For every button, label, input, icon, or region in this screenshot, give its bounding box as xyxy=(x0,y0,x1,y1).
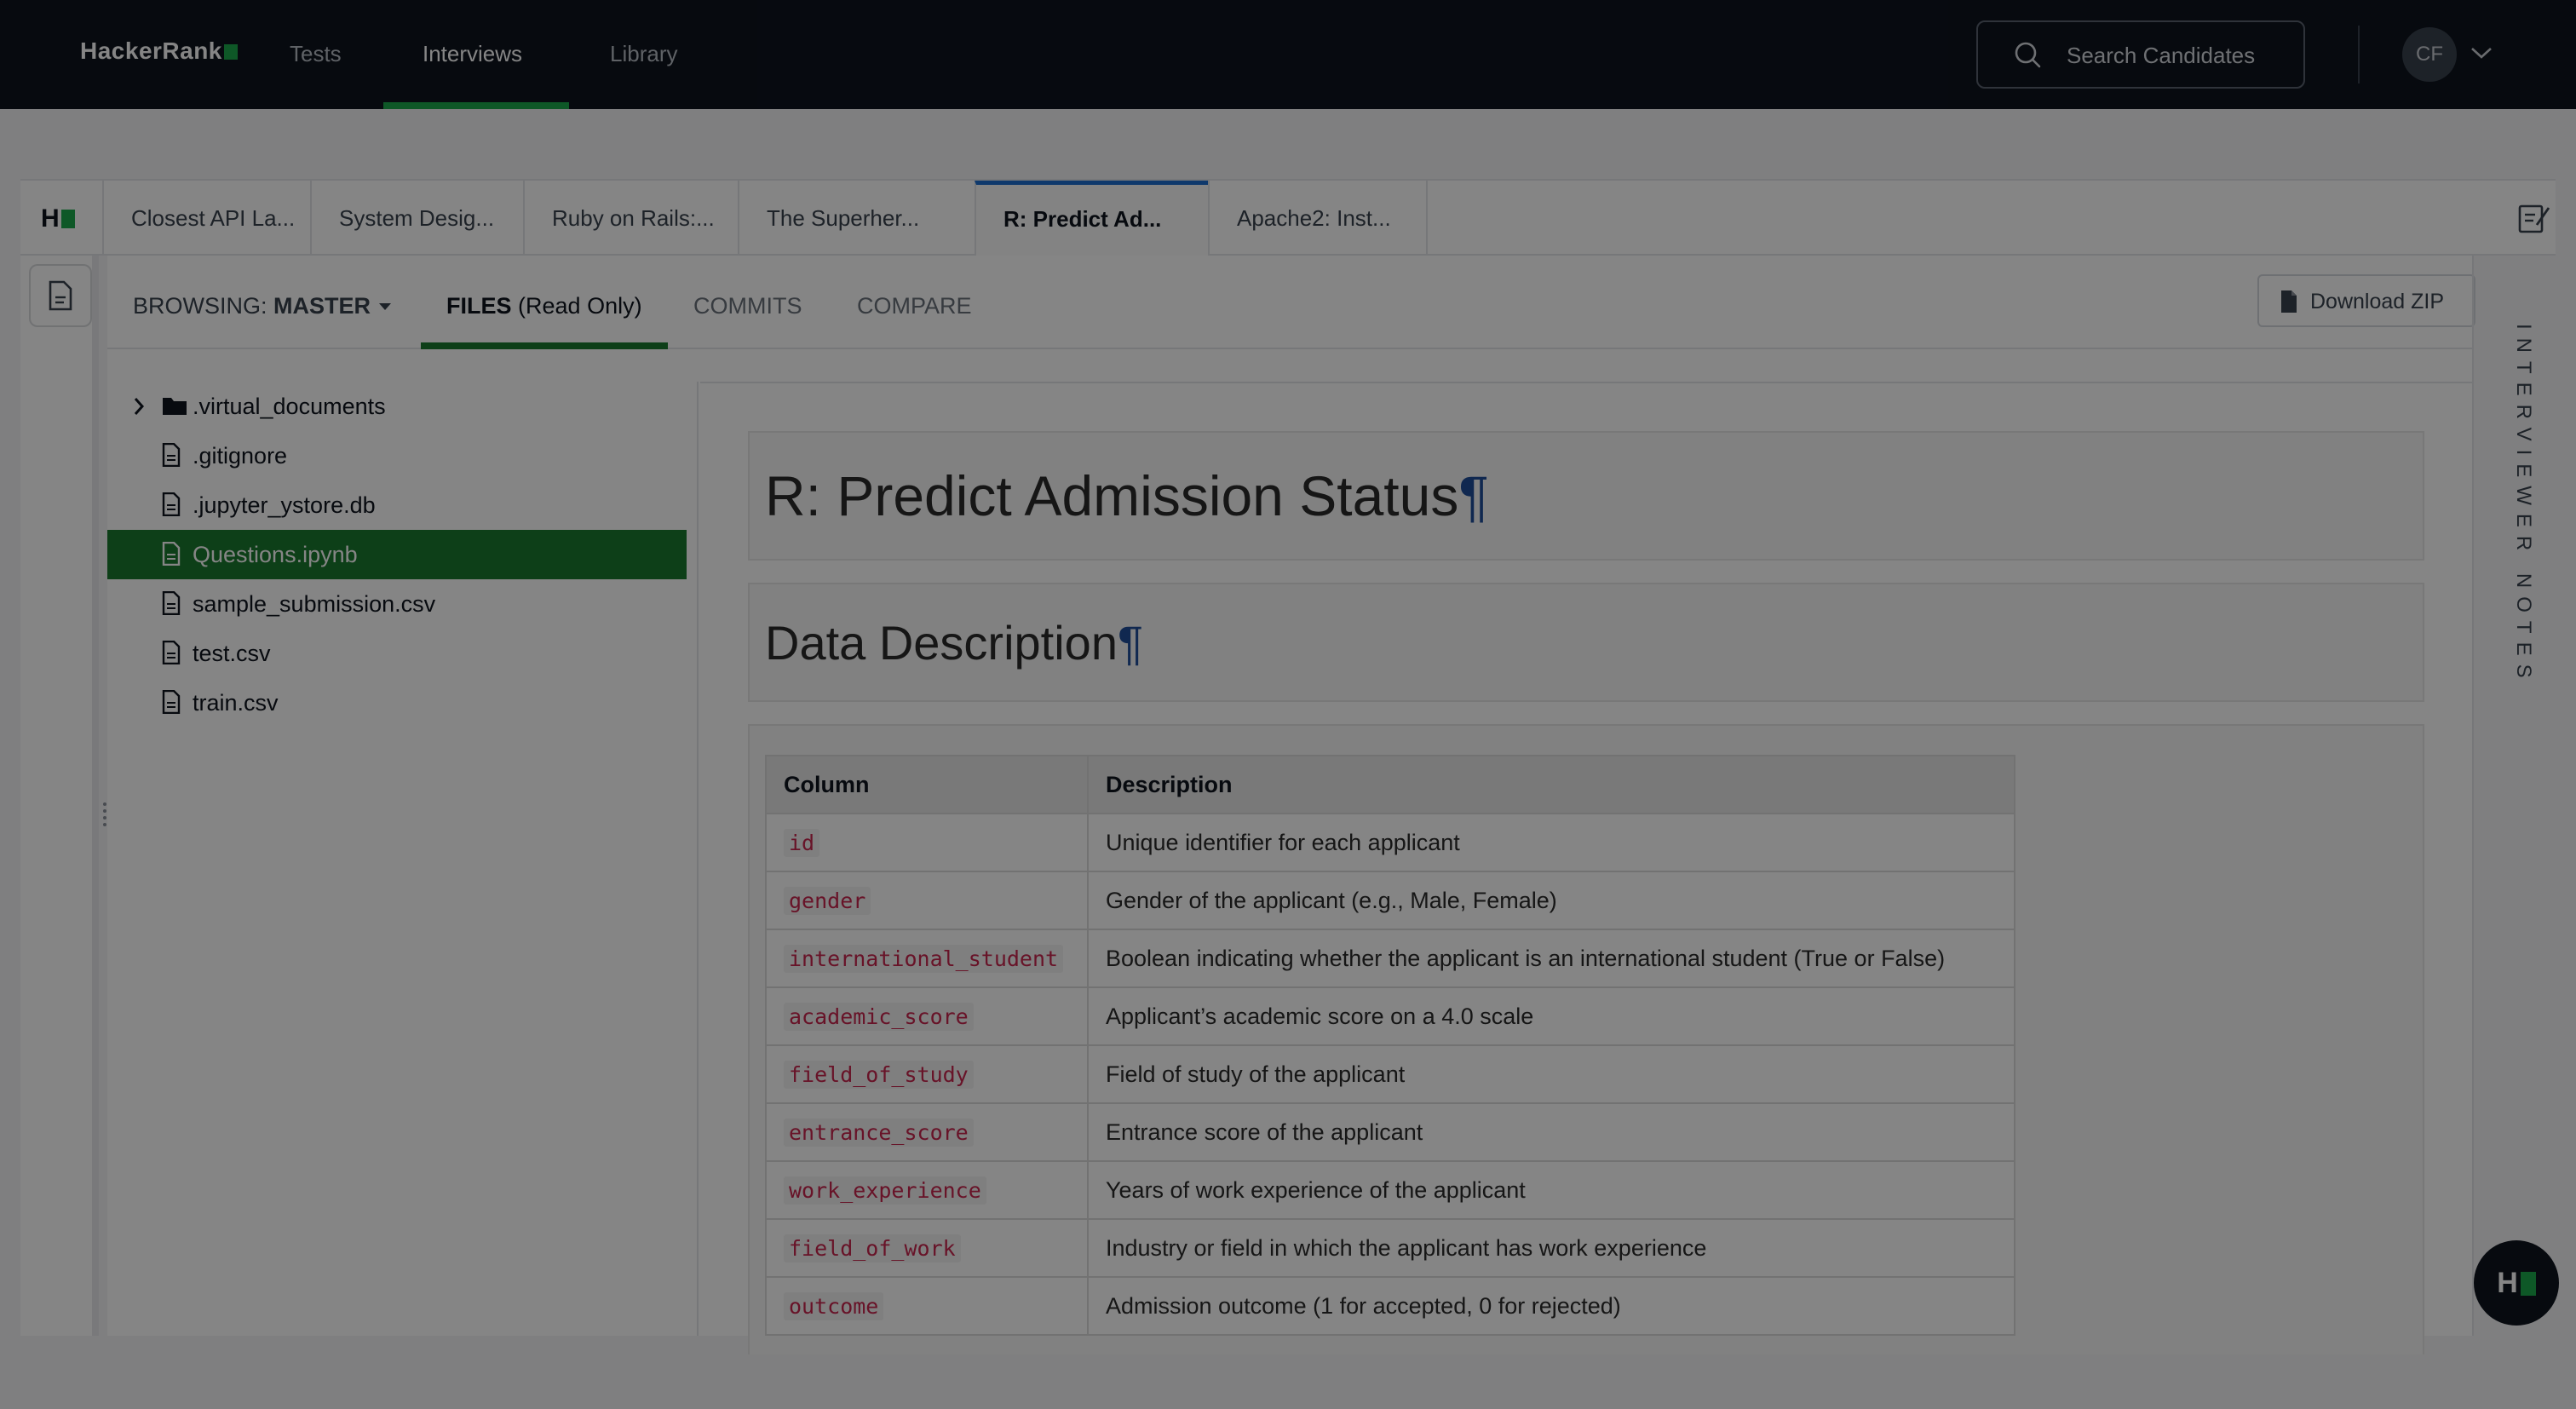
tab-r-predict-admission[interactable]: R: Predict Ad... xyxy=(975,181,1208,256)
tree-item-questions-ipynb[interactable]: Questions.ipynb xyxy=(107,530,687,579)
repo-subnav: BROWSING: MASTER FILES (Read Only) COMMI… xyxy=(107,256,2475,349)
tree-item-jupyter-ystore[interactable]: .jupyter_ystore.db xyxy=(107,480,687,530)
column-name-cell: work_experience xyxy=(765,1160,1089,1220)
nav-active-indicator xyxy=(383,102,569,109)
tree-item-label: .gitignore xyxy=(193,443,288,469)
left-rail xyxy=(20,256,99,1336)
file-icon xyxy=(162,542,181,566)
tree-item-label: .jupyter_ystore.db xyxy=(193,492,376,518)
nav-interviews[interactable]: Interviews xyxy=(423,41,522,67)
file-icon xyxy=(162,492,181,516)
top-navbar: HackerRank Tests Interviews Library Sear… xyxy=(0,0,2576,109)
table-row: international_student Boolean indicating … xyxy=(765,929,2015,988)
tree-item-train-csv[interactable]: train.csv xyxy=(107,678,687,728)
section-heading: Data Description¶ xyxy=(765,616,1144,670)
interviewer-notes-toggle[interactable]: INTERVIEWER NOTES xyxy=(2501,324,2535,687)
description-cell: Gender of the applicant (e.g., Male, Fem… xyxy=(1087,871,2015,930)
file-icon xyxy=(162,641,181,664)
notes-divider xyxy=(2472,256,2474,1336)
description-cell: Entrance score of the applicant xyxy=(1087,1102,2015,1162)
data-description-cell: Column Description id Unique identifier f… xyxy=(748,724,2424,1354)
main-area: BROWSING: MASTER FILES (Read Only) COMMI… xyxy=(107,256,2475,1354)
description-cell: Boolean indicating whether the applicant… xyxy=(1087,929,2015,988)
column-name-cell: outcome xyxy=(765,1276,1089,1336)
table-row: outcome Admission outcome (1 for accepted… xyxy=(765,1276,2015,1336)
notebook-viewer: R: Predict Admission Status¶ Data Descri… xyxy=(700,382,2472,1354)
notebook-title: R: Predict Admission Status¶ xyxy=(765,464,1489,527)
anchor-link[interactable]: ¶ xyxy=(1458,464,1488,527)
tree-item-gitignore[interactable]: .gitignore xyxy=(107,431,687,480)
description-cell: Years of work experience of the applican… xyxy=(1087,1160,2015,1220)
download-file-icon xyxy=(2281,290,2297,313)
tab-superhero[interactable]: The Superher... xyxy=(738,181,954,256)
table-row: field_of_study Field of study of the appl… xyxy=(765,1044,2015,1104)
tree-item-virtual-documents[interactable]: .virtual_documents xyxy=(107,382,687,431)
tree-item-sample-submission[interactable]: sample_submission.csv xyxy=(107,579,687,629)
folder-icon xyxy=(163,398,187,415)
column-name-cell: field_of_study xyxy=(765,1044,1089,1104)
tree-item-label: .virtual_documents xyxy=(193,394,386,419)
tab-system-design[interactable]: System Desig... xyxy=(310,181,523,256)
section-heading-cell: Data Description¶ xyxy=(748,583,2424,702)
tab-apache2[interactable]: Apache2: Inst... xyxy=(1208,181,1428,256)
nav-divider xyxy=(2358,26,2360,83)
hackerrank-mini-logo: H xyxy=(41,204,75,233)
description-cell: Unique identifier for each applicant xyxy=(1087,813,2015,872)
tab-ruby-on-rails[interactable]: Ruby on Rails:... xyxy=(523,181,738,256)
nav-tests[interactable]: Tests xyxy=(290,41,342,67)
column-name-cell: field_of_work xyxy=(765,1218,1089,1278)
file-icon xyxy=(162,591,181,615)
column-name-cell: gender xyxy=(765,871,1089,930)
hackerrank-logo[interactable]: HackerRank xyxy=(80,37,238,65)
column-name-cell: international_student xyxy=(765,929,1089,988)
column-header: Description xyxy=(1087,755,2015,814)
file-icon xyxy=(162,690,181,714)
caret-down-icon xyxy=(379,303,392,310)
chevron-down-icon[interactable] xyxy=(2469,44,2494,61)
column-name-cell: id xyxy=(765,813,1089,872)
tab-commits[interactable]: COMMITS xyxy=(693,293,802,319)
tab-closest-api[interactable]: Closest API La... xyxy=(102,181,310,256)
column-name-cell: entrance_score xyxy=(765,1102,1089,1162)
avatar[interactable]: CF xyxy=(2402,27,2457,82)
tree-item-label: Questions.ipynb xyxy=(193,542,358,567)
table-row: work_experience Years of work experience … xyxy=(765,1160,2015,1220)
tab-compare[interactable]: COMPARE xyxy=(857,293,972,319)
description-cell: Admission outcome (1 for accepted, 0 for… xyxy=(1087,1276,2015,1336)
table-row: gender Gender of the applicant (e.g., Mal… xyxy=(765,871,2015,930)
column-name-cell: academic_score xyxy=(765,986,1089,1046)
file-icon xyxy=(49,280,72,311)
notes-icon[interactable] xyxy=(2515,199,2552,237)
table-row: field_of_work Industry or field in which … xyxy=(765,1218,2015,1278)
search-placeholder: Search Candidates xyxy=(2067,43,2256,68)
tree-item-label: test.csv xyxy=(193,641,271,666)
hackerrank-help-button[interactable]: H xyxy=(2474,1240,2559,1326)
tab-files[interactable]: FILES (Read Only) xyxy=(446,293,642,319)
download-zip-button[interactable]: Download ZIP xyxy=(2257,274,2475,327)
table-header-row: Column Description xyxy=(765,755,2015,814)
search-icon xyxy=(2015,42,2041,68)
chevron-right-icon[interactable] xyxy=(133,397,145,416)
search-candidates-input[interactable]: Search Candidates xyxy=(1976,20,2305,89)
description-cell: Applicant’s academic score on a 4.0 scal… xyxy=(1087,986,2015,1046)
nav-library[interactable]: Library xyxy=(610,41,677,67)
table-row: academic_score Applicant’s academic score… xyxy=(765,986,2015,1046)
tree-item-label: train.csv xyxy=(193,690,279,716)
tree-item-test-csv[interactable]: test.csv xyxy=(107,629,687,678)
anchor-link[interactable]: ¶ xyxy=(1118,616,1143,670)
description-cell: Industry or field in which the applicant… xyxy=(1087,1218,2015,1278)
notebook-title-cell: R: Predict Admission Status¶ xyxy=(748,431,2424,561)
file-icon xyxy=(162,443,181,467)
interview-tab-strip: H Closest API La... System Desig... Ruby… xyxy=(20,179,2556,256)
column-header: Column xyxy=(765,755,1089,814)
description-cell: Field of study of the applicant xyxy=(1087,1044,2015,1104)
file-tree: .virtual_documents .gitignore .jupyter_y… xyxy=(107,382,699,1336)
table-row: entrance_score Entrance score of the appl… xyxy=(765,1102,2015,1162)
data-description-table: Column Description id Unique identifier f… xyxy=(765,755,2015,1336)
branch-selector[interactable]: BROWSING: MASTER xyxy=(133,293,392,319)
files-panel-button[interactable] xyxy=(31,266,90,325)
table-row: id Unique identifier for each applicant xyxy=(765,813,2015,872)
tree-item-label: sample_submission.csv xyxy=(193,591,436,617)
subtab-active-indicator xyxy=(421,342,668,349)
